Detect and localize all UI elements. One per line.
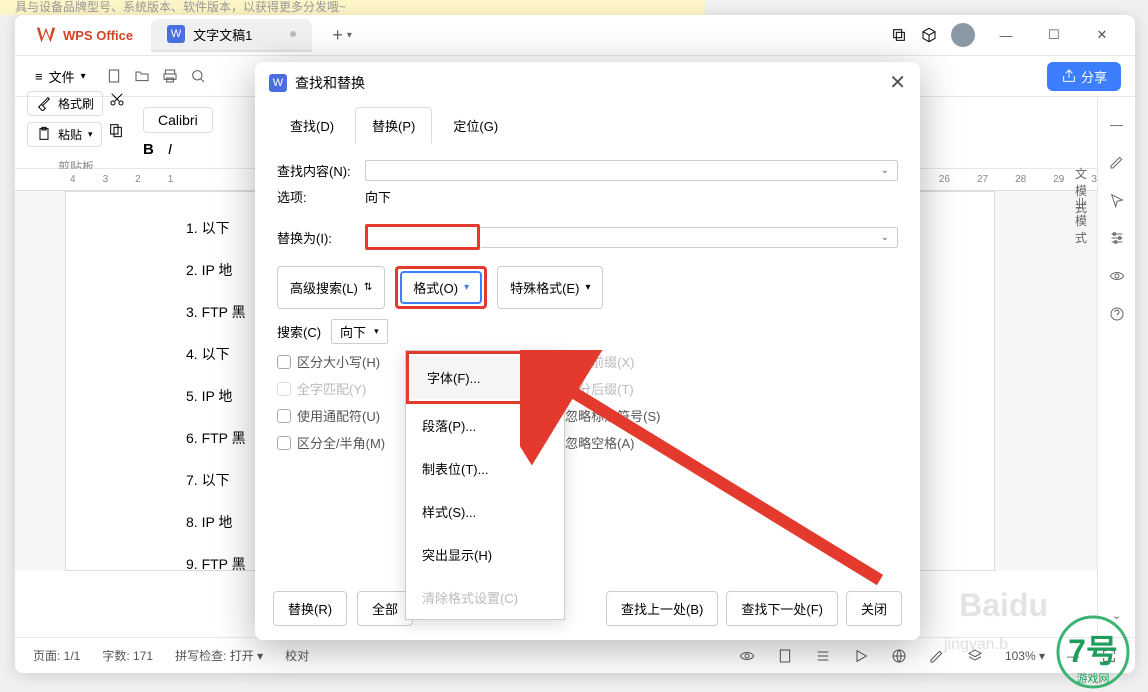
svg-text:游戏网: 游戏网 (1077, 672, 1110, 685)
dropdown-item-paragraph[interactable]: 段落(P)... (406, 404, 564, 447)
find-content-label: 查找内容(N): (277, 161, 355, 180)
copy-icon[interactable] (891, 27, 907, 43)
share-button[interactable]: 分享 (1047, 62, 1121, 91)
replace-with-input[interactable] (365, 224, 480, 250)
replace-button[interactable]: 替换(R) (273, 591, 347, 626)
bold-button[interactable]: B (143, 141, 154, 158)
maximize-button[interactable]: ☐ (1037, 18, 1071, 52)
copy-icon[interactable] (108, 122, 124, 138)
proofing-status[interactable]: 校对 (285, 647, 309, 664)
dialog-title: 查找和替换 (295, 73, 365, 93)
find-next-button[interactable]: 查找下一处(F) (726, 591, 838, 626)
tab-goto[interactable]: 定位(G) (436, 107, 515, 144)
dialog-close-btn[interactable]: 关闭 (846, 591, 902, 626)
special-format-button[interactable]: 特殊格式(E)▾ (497, 266, 603, 309)
check-wildcards[interactable]: 使用通配符(U) (277, 406, 385, 425)
search-direction-select[interactable]: 向下▾ (331, 319, 388, 344)
search-direction-label: 搜索(C) (277, 322, 321, 341)
print-icon[interactable] (162, 68, 178, 84)
dropdown-item-clear: 清除格式设置(C) (406, 576, 564, 619)
tab-replace[interactable]: 替换(P) (355, 107, 432, 144)
view-eye-icon[interactable] (739, 648, 755, 664)
options-label: 选项: (277, 187, 355, 206)
pencil-icon[interactable] (1109, 154, 1125, 170)
close-window-button[interactable]: ✕ (1085, 18, 1119, 52)
find-replace-dialog: W 查找和替换 ✕ 查找(D) 替换(P) 定位(G) 查找内容(N): ⌄ 选… (255, 62, 920, 640)
new-tab-button[interactable]: + ▾ (332, 25, 352, 46)
page-layout-icon[interactable] (777, 648, 793, 664)
page-indicator[interactable]: 页面: 1/1 (33, 647, 80, 664)
pen-icon[interactable] (929, 648, 945, 664)
advanced-search-button[interactable]: 高级搜索(L)⇅ (277, 266, 385, 309)
dropdown-item-style[interactable]: 样式(S)... (406, 490, 564, 533)
help-icon[interactable] (1109, 306, 1125, 322)
dropdown-item-highlight[interactable]: 突出显示(H) (406, 533, 564, 576)
format-dropdown-menu: 字体(F)... 段落(P)... 制表位(T)... 样式(S)... 突出显… (405, 350, 565, 620)
direction-value: 向下 (365, 187, 391, 206)
svg-text:7号: 7号 (1068, 633, 1118, 669)
font-selector[interactable]: Calibri (143, 107, 213, 133)
new-doc-icon[interactable] (106, 68, 122, 84)
italic-button[interactable]: I (168, 141, 172, 158)
document-tab[interactable]: W 文字文稿1 (151, 19, 312, 52)
jingyan-watermark: jingyan.b (944, 636, 1008, 654)
site-logo-icon: 7号 游戏网 (1018, 612, 1148, 692)
open-icon[interactable] (134, 68, 150, 84)
dialog-close-button[interactable]: ✕ (889, 70, 906, 95)
right-tool-rail: — ⌄ (1097, 97, 1135, 637)
file-menu[interactable]: ≡ 文件 ▾ (25, 63, 96, 90)
clipboard-icon (36, 126, 52, 142)
dropdown-item-font[interactable]: 字体(F)... (411, 356, 559, 399)
check-full-half-width[interactable]: 区分全/半角(M) (277, 433, 385, 452)
wps-logo: WPS Office (23, 24, 145, 46)
brush-icon (36, 95, 52, 111)
replace-with-label: 替换为(I): (277, 228, 355, 247)
spellcheck-status[interactable]: 拼写检查: 打开 ▾ (175, 647, 263, 664)
eye-leaf-icon[interactable] (1109, 268, 1125, 284)
collapse-rail-icon[interactable]: — (1110, 117, 1123, 132)
cut-icon[interactable] (109, 91, 125, 107)
document-tab-label: 文字文稿1 (193, 25, 252, 44)
format-button[interactable]: 格式(O)▾ (400, 271, 482, 304)
background-strip-text: 具与设备品牌型号、系统版本、软件版本，以获得更多分发哦~ (0, 0, 705, 15)
play-icon[interactable] (853, 648, 869, 664)
dialog-titlebar[interactable]: W 查找和替换 ✕ (255, 62, 920, 103)
check-case-sensitive[interactable]: 区分大小写(H) (277, 352, 385, 371)
tab-find[interactable]: 查找(D) (273, 107, 351, 144)
dropdown-item-tabs[interactable]: 制表位(T)... (406, 447, 564, 490)
dialog-tabs: 查找(D) 替换(P) 定位(G) (255, 107, 920, 144)
paste-button[interactable]: 粘贴 ▾ (27, 122, 102, 147)
globe-icon[interactable] (891, 648, 907, 664)
unsaved-indicator-icon (290, 31, 296, 37)
format-brush-button[interactable]: 格式刷 (27, 91, 103, 116)
check-whole-word: 全字匹配(Y) (277, 379, 385, 398)
find-prev-button[interactable]: 查找上一处(B) (606, 591, 718, 626)
replace-with-combo[interactable]: ⌄ (480, 227, 898, 248)
user-avatar[interactable] (951, 23, 975, 47)
word-doc-icon: W (269, 74, 287, 92)
minimize-button[interactable]: — (989, 18, 1023, 52)
preview-icon[interactable] (190, 68, 206, 84)
title-tab-bar: WPS Office W 文字文稿1 + ▾ — ☐ ✕ (15, 15, 1135, 55)
find-content-input[interactable]: ⌄ (365, 160, 898, 181)
word-doc-icon: W (167, 25, 185, 43)
cube-icon[interactable] (921, 27, 937, 43)
word-count[interactable]: 字数: 171 (102, 647, 153, 664)
settings-sliders-icon[interactable] (1109, 230, 1125, 246)
cursor-icon[interactable] (1109, 192, 1125, 208)
outline-icon[interactable] (815, 648, 831, 664)
